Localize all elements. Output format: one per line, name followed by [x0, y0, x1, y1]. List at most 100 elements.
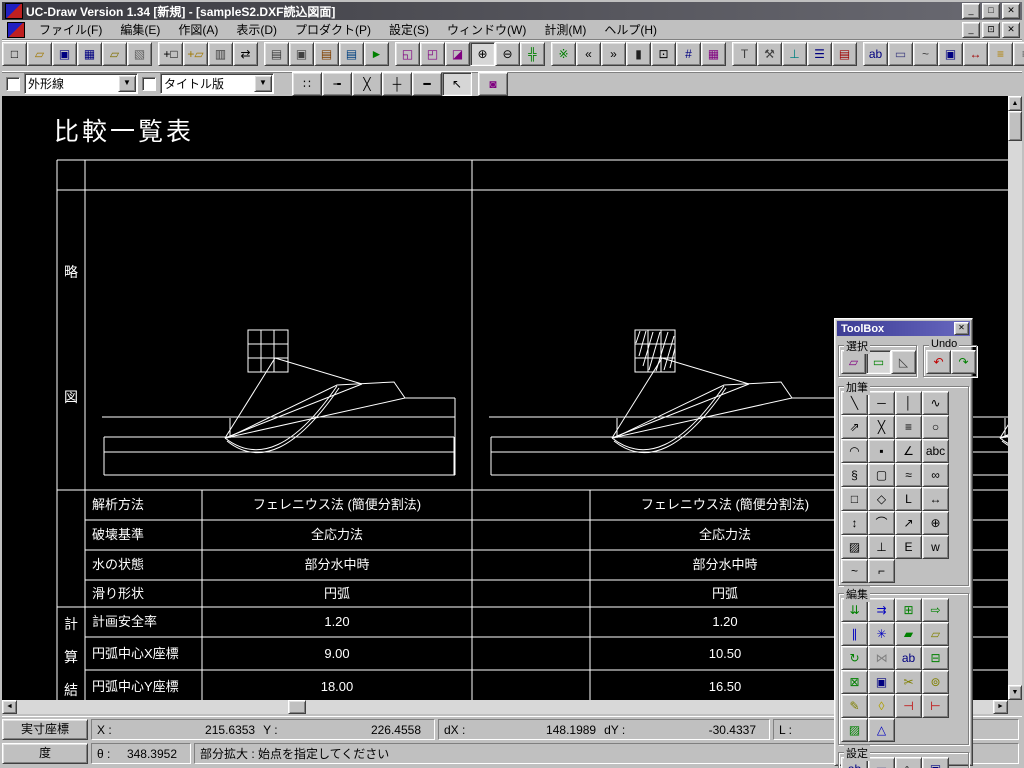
- copy-region-icon[interactable]: ⊟: [922, 646, 949, 670]
- curve-settings-icon[interactable]: ∿: [895, 757, 922, 768]
- vertical-scrollbar[interactable]: ▲ ▼: [1008, 96, 1022, 700]
- circle-icon[interactable]: ○: [922, 415, 949, 439]
- rotate-icon[interactable]: ↻: [841, 646, 868, 670]
- mdi-close-button[interactable]: ✕: [1002, 22, 1020, 38]
- lay-flat-icon[interactable]: ◊: [868, 694, 895, 718]
- delete-drawing-icon[interactable]: ▱: [102, 42, 127, 66]
- horizontal-scroll-thumb[interactable]: [288, 700, 306, 714]
- view-previous-icon[interactable]: «: [576, 42, 601, 66]
- new-file-icon[interactable]: □: [2, 42, 27, 66]
- copy-icon[interactable]: ⊞: [895, 598, 922, 622]
- close-button[interactable]: ✕: [1002, 3, 1020, 19]
- trim-icon[interactable]: ⊣: [895, 694, 922, 718]
- save-block-icon[interactable]: ▣: [868, 670, 895, 694]
- zoom-out-icon[interactable]: ⊖: [495, 42, 520, 66]
- menu-help[interactable]: ヘルプ(H): [595, 19, 666, 40]
- menu-measure[interactable]: 計測(M): [535, 19, 595, 40]
- purge-file-icon[interactable]: ▧: [127, 42, 152, 66]
- parallel-lines-icon[interactable]: ≡: [895, 415, 922, 439]
- dim-vertical-icon[interactable]: ↕: [841, 511, 868, 535]
- redo-icon[interactable]: ↷: [951, 350, 976, 374]
- snap-endpoint-icon[interactable]: ╼: [322, 72, 352, 96]
- region-select-icon[interactable]: ◙: [478, 72, 508, 96]
- redraw-icon[interactable]: ▮: [626, 42, 651, 66]
- text-settings-icon[interactable]: ab: [863, 42, 888, 66]
- snap-intersection-icon[interactable]: ╳: [352, 72, 382, 96]
- fill-polygon-icon[interactable]: ▰: [895, 622, 922, 646]
- save-file-icon[interactable]: ▣: [52, 42, 77, 66]
- export-dxf-icon[interactable]: ▥: [208, 42, 233, 66]
- spline-icon[interactable]: ∞: [922, 463, 949, 487]
- dim-angle-icon[interactable]: ⌒: [868, 511, 895, 535]
- menu-window[interactable]: ウィンドウ(W): [438, 19, 535, 40]
- select-settings-icon[interactable]: ▭: [868, 757, 895, 768]
- undo-icon[interactable]: ↶: [926, 350, 951, 374]
- zoom-extents-icon[interactable]: ◱: [395, 42, 420, 66]
- titleblock-checkbox[interactable]: [142, 77, 156, 91]
- menu-edit[interactable]: 編集(E): [111, 19, 169, 40]
- polyline-icon[interactable]: ∿: [922, 391, 949, 415]
- print-icon[interactable]: ▤: [264, 42, 289, 66]
- scroll-left-icon[interactable]: ◄: [2, 700, 17, 714]
- zoom-window-icon[interactable]: ◰: [420, 42, 445, 66]
- mirror-icon[interactable]: ⋈: [868, 646, 895, 670]
- move-icon[interactable]: ⇨: [922, 598, 949, 622]
- print-area-icon[interactable]: ▤: [339, 42, 364, 66]
- cross-line-icon[interactable]: ╳: [868, 415, 895, 439]
- menu-draw[interactable]: 作図(A): [169, 19, 227, 40]
- snap-midpoint-icon[interactable]: ┼: [382, 72, 412, 96]
- menu-settings[interactable]: 設定(S): [380, 19, 438, 40]
- replace-text-icon[interactable]: ab: [895, 646, 922, 670]
- print-preview-icon[interactable]: ▣: [289, 42, 314, 66]
- select-polygon-icon[interactable]: ◺: [891, 350, 916, 374]
- stamp-icon[interactable]: ⊚: [922, 670, 949, 694]
- magnifier-icon[interactable]: ⊡: [651, 42, 676, 66]
- layer-colors-icon[interactable]: ≡: [988, 42, 1013, 66]
- mdi-document-icon[interactable]: [7, 22, 25, 38]
- toolbox-close-icon[interactable]: ✕: [954, 322, 969, 335]
- erase-region-icon[interactable]: ▱: [922, 622, 949, 646]
- select-cursor-icon[interactable]: ↖: [442, 72, 472, 96]
- minimize-button[interactable]: _: [962, 3, 980, 19]
- list-tool-icon[interactable]: ☰: [807, 42, 832, 66]
- cut-block-icon[interactable]: ✂: [895, 670, 922, 694]
- wave-line-icon[interactable]: ~: [841, 559, 868, 583]
- move-region-icon[interactable]: ⊠: [841, 670, 868, 694]
- scroll-right-icon[interactable]: ►: [993, 700, 1008, 714]
- toolbox-title-bar[interactable]: ToolBox ✕: [837, 321, 970, 336]
- format-brush-icon[interactable]: ✎: [841, 694, 868, 718]
- pitch-copy-icon[interactable]: ⇉: [868, 598, 895, 622]
- break-line-icon[interactable]: w: [922, 535, 949, 559]
- extend-icon[interactable]: ⊢: [922, 694, 949, 718]
- select-settings-icon[interactable]: ▭: [888, 42, 913, 66]
- hatch-fill-icon[interactable]: ▨: [841, 718, 868, 742]
- layer-combo[interactable]: 外形線 ▼: [24, 73, 138, 94]
- zoom-previous-icon[interactable]: ◪: [445, 42, 470, 66]
- stretch-icon[interactable]: ∥: [841, 622, 868, 646]
- system-settings-icon[interactable]: ▣: [938, 42, 963, 66]
- point-icon[interactable]: ▪: [868, 439, 895, 463]
- toolbox-palette[interactable]: ToolBox ✕ 選択 ▱▭◺ Undo ↶↷ 加筆 ╲─│∿⇗╳≡○◠▪∠a…: [834, 318, 973, 766]
- zoom-in-icon[interactable]: ⊕: [470, 42, 495, 66]
- line-vertical-icon[interactable]: │: [895, 391, 922, 415]
- ground-mark-icon[interactable]: ⊥: [868, 535, 895, 559]
- zoom-all-icon[interactable]: ※: [551, 42, 576, 66]
- radial-array-icon[interactable]: ✳: [868, 622, 895, 646]
- vertical-scroll-thumb[interactable]: [1008, 111, 1022, 141]
- chevron-down-icon[interactable]: ▼: [254, 75, 272, 92]
- chevron-down-icon[interactable]: ▼: [118, 75, 136, 92]
- system-settings-icon[interactable]: ▣: [922, 757, 949, 768]
- mdi-restore-button[interactable]: ⊡: [982, 22, 1000, 38]
- view-next-icon[interactable]: »: [601, 42, 626, 66]
- level-mark-icon[interactable]: ⌐: [868, 559, 895, 583]
- dim-circle-icon[interactable]: ⊕: [922, 511, 949, 535]
- scroll-down-icon[interactable]: ▼: [1008, 685, 1022, 700]
- mdi-minimize-button[interactable]: _: [962, 22, 980, 38]
- abutment-tool-icon[interactable]: ⊥: [782, 42, 807, 66]
- freehand-icon[interactable]: ≈: [895, 463, 922, 487]
- arc-icon[interactable]: ◠: [841, 439, 868, 463]
- text-icon[interactable]: abc: [922, 439, 949, 463]
- import-dxf-icon[interactable]: +▱: [183, 42, 208, 66]
- continuous-line-icon[interactable]: L: [895, 487, 922, 511]
- polygon-icon[interactable]: ◇: [868, 487, 895, 511]
